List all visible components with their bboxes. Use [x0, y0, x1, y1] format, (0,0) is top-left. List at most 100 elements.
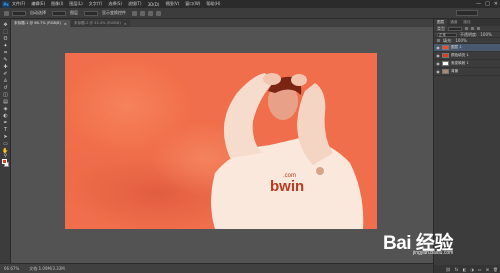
menu-file[interactable]: 文件(F)	[12, 1, 25, 7]
move-tool-icon[interactable]: ✥	[2, 22, 9, 28]
tab-document-1[interactable]: 未标题-1 @ 66.7% (RGB/8) ×	[11, 20, 70, 27]
menu-view[interactable]: 视图(V)	[165, 1, 179, 7]
tab-label: 未标题-1 @ 66.7% (RGB/8)	[14, 21, 61, 25]
eraser-tool-icon[interactable]: ◫	[2, 92, 9, 98]
close-icon[interactable]: ✕	[494, 1, 498, 7]
document-workspace: bwin .com	[11, 27, 433, 255]
tab-label: 未标题-2 @ 33.3% (RGB/8)	[73, 21, 121, 25]
fill-label: 填充:	[443, 37, 453, 43]
menu-image[interactable]: 图像(I)	[51, 1, 63, 7]
eyedropper-icon[interactable]: ✎	[2, 57, 9, 63]
menu-window[interactable]: 窗口(W)	[185, 1, 200, 7]
document-size[interactable]: 文档:1.09M/3.33M	[29, 266, 64, 272]
layer-thumbnail	[442, 69, 449, 74]
layer-row[interactable]: ◉ 颜色填充 1	[434, 52, 500, 60]
magic-wand-icon[interactable]: ✦	[2, 43, 9, 49]
clone-stamp-icon[interactable]: ♙	[2, 78, 9, 84]
tab-document-2[interactable]: 未标题-2 @ 33.3% (RGB/8) ×	[70, 20, 130, 27]
trash-icon[interactable]: 🗑	[493, 267, 498, 272]
link-icon[interactable]: ⛓	[446, 267, 451, 272]
visibility-eye-icon[interactable]: ◉	[436, 69, 440, 74]
subject-hand-left	[263, 73, 281, 85]
menu-layer[interactable]: 图层(L)	[69, 1, 82, 7]
transform-controls-label: 显示变换控件	[102, 10, 126, 15]
crop-tool-icon[interactable]: ⌗	[2, 50, 9, 56]
kind-filter-select[interactable]	[448, 26, 462, 31]
blend-mode-select[interactable]: 正常	[437, 32, 457, 37]
menu-3d[interactable]: 3D(D)	[148, 2, 160, 7]
menu-type[interactable]: 文字(Y)	[89, 1, 103, 7]
shirt-sponsor-small: .com	[283, 173, 296, 179]
auto-select-checkbox[interactable]	[12, 10, 26, 16]
transform-controls-checkbox[interactable]	[84, 10, 98, 16]
align-left-icon[interactable]	[132, 10, 137, 16]
tab-channels[interactable]: 通道	[447, 20, 460, 25]
filter-pixel-icon[interactable]	[465, 27, 468, 30]
tab-paths[interactable]: 路径	[460, 20, 473, 25]
blur-tool-icon[interactable]: ◈	[2, 106, 9, 112]
gradient-tool-icon[interactable]: ▤	[2, 99, 9, 105]
move-tool-preset-icon[interactable]	[4, 10, 9, 16]
distribute-icon[interactable]	[156, 10, 161, 16]
opacity-value[interactable]: 100%	[480, 32, 491, 37]
foreground-color-swatch[interactable]	[2, 159, 7, 164]
layer-name: 渐变映射 1	[451, 61, 469, 65]
layer-name: 图层 1	[451, 45, 462, 49]
filter-adjustment-icon[interactable]	[471, 27, 474, 30]
fill-value[interactable]: 100%	[455, 38, 466, 43]
pen-tool-icon[interactable]: ✒	[2, 120, 9, 126]
layer-thumbnail	[442, 53, 449, 58]
layer-name: 颜色填充 1	[451, 53, 469, 57]
kind-label: 类型	[437, 25, 445, 31]
options-bar: 自动选择 图层 显示变换控件	[0, 8, 500, 19]
folder-icon[interactable]: ▭	[478, 267, 482, 272]
dodge-tool-icon[interactable]: ◐	[2, 113, 9, 119]
menu-filter[interactable]: 滤镜(T)	[128, 1, 142, 7]
menu-help[interactable]: 帮助(H)	[206, 1, 220, 7]
layer-select-dropdown[interactable]	[52, 10, 66, 16]
brush-tool-icon[interactable]: ✐	[2, 71, 9, 77]
new-layer-icon[interactable]: ⊞	[486, 267, 489, 272]
visibility-eye-icon[interactable]: ◉	[436, 45, 440, 50]
filter-type-icon[interactable]	[477, 27, 480, 30]
menu-edit[interactable]: 编辑(E)	[31, 1, 45, 7]
adjustment-icon[interactable]: ◑	[470, 267, 474, 272]
layer-select-label: 图层	[70, 10, 78, 15]
layer-row[interactable]: ◉ 背景	[434, 68, 500, 76]
marquee-tool-icon[interactable]: ⬚	[2, 29, 9, 35]
mask-icon[interactable]: ◧	[463, 267, 467, 272]
minimize-icon[interactable]: —	[476, 1, 481, 7]
shirt-crest	[316, 167, 324, 175]
path-selection-icon[interactable]: ➤	[2, 134, 9, 140]
visibility-eye-icon[interactable]: ◉	[436, 53, 440, 58]
window-controls: — □ ✕	[476, 1, 498, 7]
layer-name: 背景	[451, 69, 459, 73]
lock-icon[interactable]	[437, 39, 440, 42]
opacity-label: 不透明度:	[460, 31, 478, 37]
history-brush-icon[interactable]: ↺	[2, 85, 9, 91]
maximize-icon[interactable]: □	[485, 1, 490, 7]
subject-hand-right	[291, 74, 307, 86]
menu-select[interactable]: 选择(S)	[108, 1, 122, 7]
zoom-level[interactable]: 66.67%	[4, 266, 19, 271]
align-right-icon[interactable]	[148, 10, 153, 16]
close-tab-icon[interactable]: ×	[124, 22, 127, 26]
fx-icon[interactable]: fx	[455, 267, 459, 272]
photo-subject: bwin .com	[211, 73, 364, 229]
document-canvas[interactable]: bwin .com	[65, 53, 377, 229]
shape-tool-icon[interactable]: ▭	[2, 141, 9, 147]
align-center-icon[interactable]	[140, 10, 145, 16]
healing-brush-icon[interactable]: ✚	[2, 64, 9, 70]
auto-select-label: 自动选择	[30, 10, 46, 15]
layer-row[interactable]: ◉ 图层 1	[434, 44, 500, 52]
shirt-sponsor-text: bwin	[270, 178, 304, 195]
close-tab-icon[interactable]: ×	[64, 22, 67, 26]
layer-row[interactable]: ◉ 渐变映射 1	[434, 60, 500, 68]
layer-thumbnail	[442, 45, 449, 50]
lasso-tool-icon[interactable]: ʘ	[2, 36, 9, 42]
type-tool-icon[interactable]: T	[2, 127, 9, 133]
visibility-eye-icon[interactable]: ◉	[436, 61, 440, 66]
layers-panel-footer: ⛓ fx ◧ ◑ ▭ ⊞ 🗑	[434, 265, 500, 273]
workspace-switcher[interactable]	[456, 10, 478, 16]
menu-bar: Ps 文件(F) 编辑(E) 图像(I) 图层(L) 文字(Y) 选择(S) 滤…	[0, 0, 500, 8]
